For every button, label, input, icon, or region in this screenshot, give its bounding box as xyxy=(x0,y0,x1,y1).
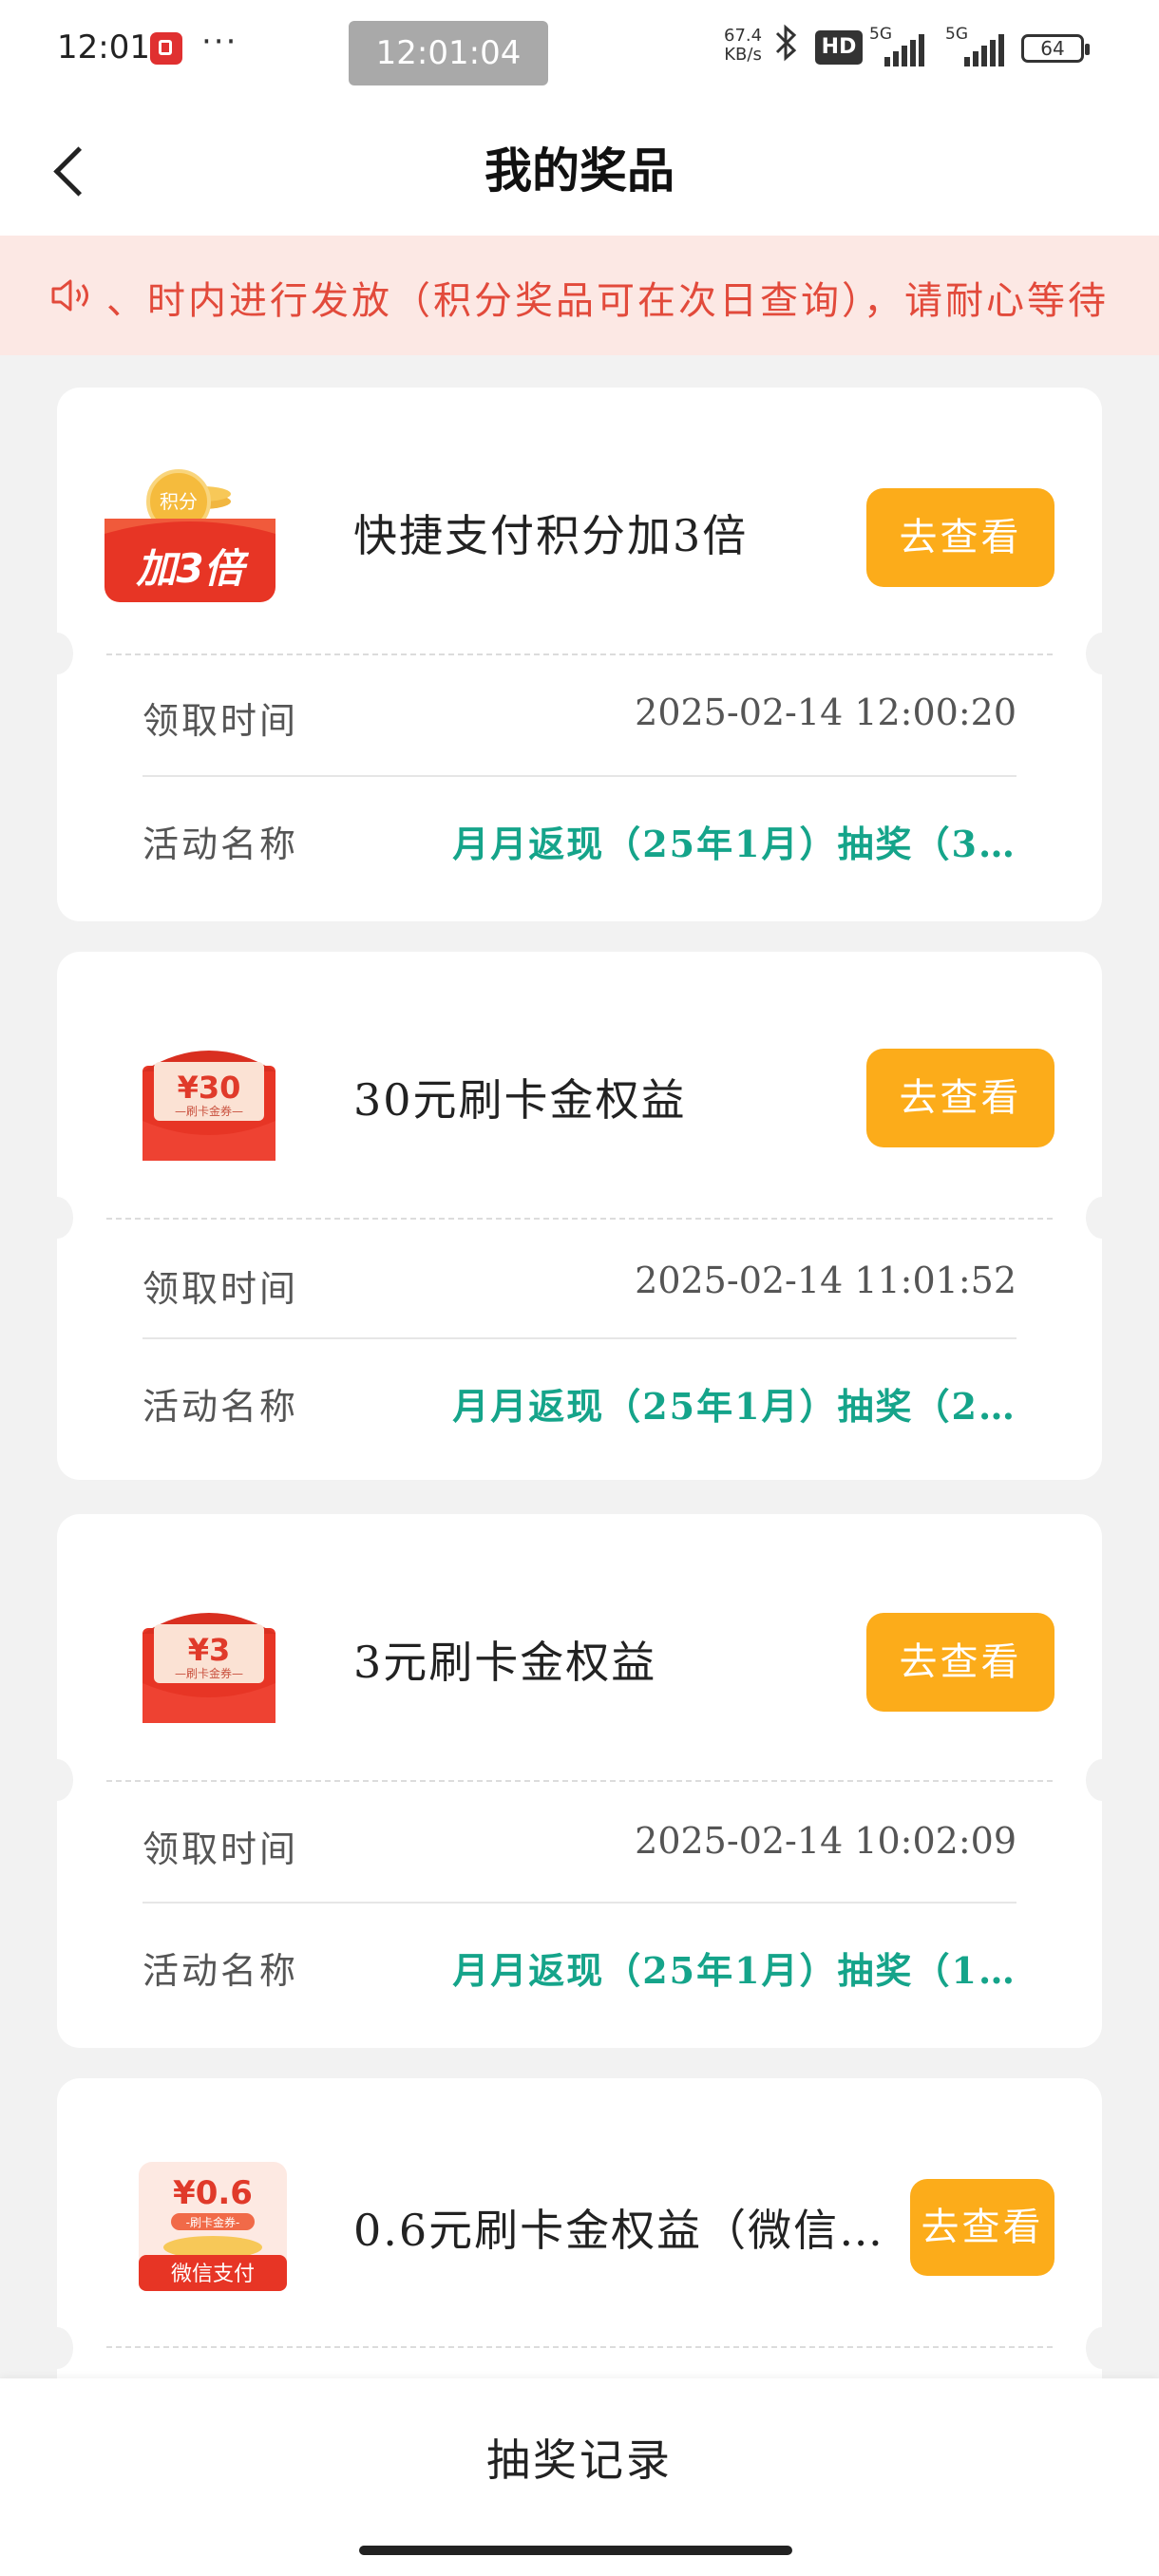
card-coupon-icon: ¥30 —刷卡金券— xyxy=(142,1051,276,1161)
wechat-coupon-icon: ¥0.6 -刷卡金券- 微信支付 xyxy=(139,2162,287,2291)
prize-card: 积分 加3倍 快捷支付积分加3倍 去查看 领取时间 2025-02-14 12:… xyxy=(41,388,1118,921)
network-speed-value: 67.4 xyxy=(724,26,763,46)
page-title: 我的奖品 xyxy=(484,142,674,199)
activity-name-value[interactable]: 月月返现（25年1月）抽奖（3… xyxy=(452,815,1016,867)
receive-time-value: 2025-02-14 10:02:09 xyxy=(635,1820,1016,1862)
more-notifications-icon: ··· xyxy=(201,23,238,61)
points-badge-text: 积分 xyxy=(160,490,198,513)
receive-time-row: 领取时间 2025-02-14 12:00:20 xyxy=(142,663,1016,758)
activity-name-label: 活动名称 xyxy=(142,824,299,865)
card-coupon-icon: ¥3 —刷卡金券— xyxy=(142,1613,276,1723)
prize-name: 0.6元刷卡金权益（微信… xyxy=(353,2205,885,2256)
coupon-sub-text: —刷卡金券— xyxy=(175,1666,243,1680)
coupon-sub-text: —刷卡金券— xyxy=(175,1104,243,1118)
receive-time-value: 2025-02-14 12:00:20 xyxy=(635,691,1016,733)
prize-name: 3元刷卡金权益 xyxy=(353,1637,657,1688)
status-bar: 12:01 ··· 12:01:04 67.4 KB/s HD 5G 5G 64 xyxy=(0,0,1159,104)
receive-time-row: 领取时间 2025-02-14 11:01:52 xyxy=(142,1231,1016,1326)
coupon-amount-text: ¥3 xyxy=(188,1632,231,1668)
receive-time-label: 领取时间 xyxy=(142,700,299,742)
coupon-amount-text: ¥0.6 xyxy=(173,2174,253,2212)
battery-icon: 64 xyxy=(1021,34,1090,63)
speaker-icon xyxy=(51,279,88,312)
activity-name-row: 活动名称 月月返现（25年1月）抽奖（2… xyxy=(142,1349,1016,1444)
activity-name-value[interactable]: 月月返现（25年1月）抽奖（2… xyxy=(452,1377,1016,1430)
signal-strength-icon-2: 5G xyxy=(945,25,1007,66)
activity-name-label: 活动名称 xyxy=(142,1950,299,1992)
prize-name: 30元刷卡金权益 xyxy=(353,1074,687,1126)
home-indicator[interactable] xyxy=(359,2546,792,2555)
points-caption-text: 加3倍 xyxy=(135,545,249,592)
points-triple-icon: 积分 加3倍 xyxy=(104,469,276,602)
notice-text: 、时内进行发放（积分奖品可在次日查询），请耐心等待 xyxy=(106,279,1109,323)
coupon-footer-text: 微信支付 xyxy=(171,2263,255,2286)
prize-name: 快捷支付积分加3倍 xyxy=(353,510,749,561)
nav-header: 我的奖品 xyxy=(0,104,1159,236)
clock-overlay: 12:01:04 xyxy=(349,21,548,85)
receive-time-row: 领取时间 2025-02-14 10:02:09 xyxy=(142,1791,1016,1886)
activity-name-row: 活动名称 月月返现（25年1月）抽奖（1… xyxy=(142,1913,1016,2008)
activity-name-value[interactable]: 月月返现（25年1月）抽奖（1… xyxy=(452,1941,1016,1994)
coupon-amount-text: ¥30 xyxy=(178,1070,241,1106)
prize-card: ¥30 —刷卡金券— 30元刷卡金权益 去查看 领取时间 2025-02-14 … xyxy=(41,952,1118,1480)
view-button[interactable]: 去查看 xyxy=(866,488,1054,587)
status-time: 12:01 xyxy=(57,28,150,66)
activity-name-label: 活动名称 xyxy=(142,1386,299,1428)
receive-time-value: 2025-02-14 11:01:52 xyxy=(635,1260,1016,1301)
prize-card: ¥3 —刷卡金券— 3元刷卡金权益 去查看 领取时间 2025-02-14 10… xyxy=(41,1514,1118,2048)
coupon-sub-text: -刷卡金券- xyxy=(186,2215,240,2229)
lottery-record-button[interactable]: 抽奖记录 xyxy=(0,2426,1159,2489)
network-speed-unit: KB/s xyxy=(724,45,762,65)
network-speed: 67.4 KB/s xyxy=(724,27,762,65)
hd-voice-icon: HD xyxy=(815,30,863,65)
view-button[interactable]: 去查看 xyxy=(866,1613,1054,1712)
bottom-bar: 抽奖记录 xyxy=(0,2378,1159,2576)
bluetooth-icon xyxy=(774,23,799,72)
view-button[interactable]: 去查看 xyxy=(910,2179,1054,2276)
activity-name-row: 活动名称 月月返现（25年1月）抽奖（3… xyxy=(142,786,1016,881)
receive-time-label: 领取时间 xyxy=(142,1268,299,1310)
receive-time-label: 领取时间 xyxy=(142,1828,299,1870)
notification-app-icon xyxy=(150,32,182,65)
view-button[interactable]: 去查看 xyxy=(866,1049,1054,1147)
signal-strength-icon: 5G xyxy=(869,25,926,66)
notice-bar: 、时内进行发放（积分奖品可在次日查询），请耐心等待 xyxy=(0,236,1159,355)
battery-level: 64 xyxy=(1040,37,1065,60)
